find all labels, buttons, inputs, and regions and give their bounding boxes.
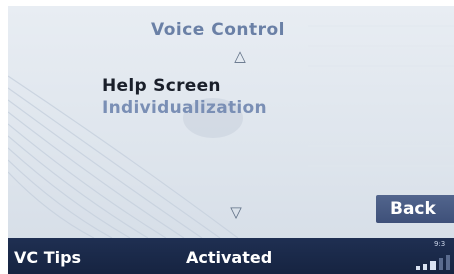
activated-status: Activated	[186, 248, 273, 267]
menu-item-individualization[interactable]: Individualization	[102, 98, 267, 118]
status-bar: VC Tips Activated 9:3	[8, 238, 454, 274]
scroll-down-icon[interactable]: ▽	[226, 204, 246, 220]
signal-strength-icon	[416, 252, 454, 270]
back-button[interactable]: Back	[376, 195, 454, 223]
vc-tips-label[interactable]: VC Tips	[14, 248, 81, 267]
clock-text: 9:3	[434, 240, 446, 248]
display-screen: Voice Control △ Help Screen Individualiz…	[8, 6, 454, 274]
scroll-up-icon[interactable]: △	[230, 48, 250, 64]
menu-item-help-screen[interactable]: Help Screen	[102, 76, 221, 96]
screen-title: Voice Control	[150, 20, 286, 40]
